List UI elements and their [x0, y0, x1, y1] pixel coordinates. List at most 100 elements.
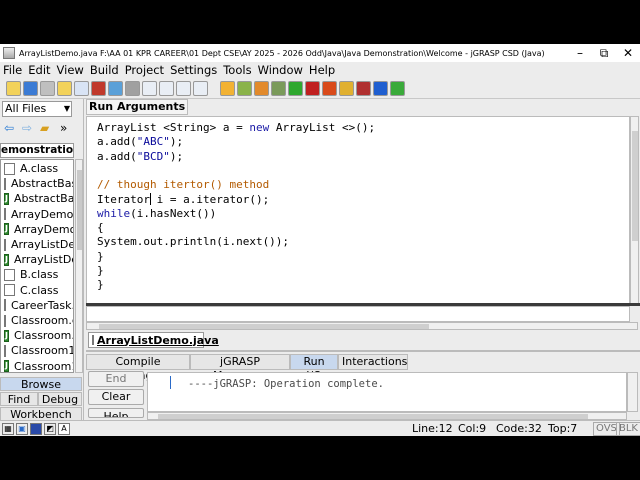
- toolbar-button-icon[interactable]: [40, 81, 55, 96]
- end-button[interactable]: End: [88, 371, 144, 387]
- class-file-icon: [4, 177, 6, 190]
- run-io-output[interactable]: ----jGRASP: Operation complete.: [147, 372, 627, 412]
- toolbar-button-icon[interactable]: [356, 81, 371, 96]
- toolbar-button-icon[interactable]: [159, 81, 174, 96]
- chevron-down-icon[interactable]: ▼: [62, 102, 72, 116]
- file-name: Classroom.java: [13, 329, 74, 343]
- toolbar-button-icon[interactable]: [322, 81, 337, 96]
- message-divider[interactable]: [86, 350, 640, 352]
- file-list-item[interactable]: J Classroom.java: [1, 328, 74, 343]
- output-vertical-scrollbar[interactable]: [627, 372, 638, 412]
- code-editor[interactable]: ArrayList <String> a = new ArrayList <>(…: [86, 116, 630, 304]
- browse-panel: All Files ▼ ⇦ ⇨ ▰ » emonstration\\Welcom…: [0, 99, 84, 436]
- file-name: Classroom.class: [11, 314, 73, 327]
- menu-view[interactable]: View: [57, 63, 84, 77]
- help-button[interactable]: Help: [88, 408, 144, 418]
- toolbar-button-icon[interactable]: [220, 81, 235, 96]
- tab-compile-messages[interactable]: Compile Messages: [86, 354, 190, 382]
- split-icon[interactable]: ◩: [44, 423, 56, 435]
- jgrasp-window: ArrayListDemo.java F:\AA 01 KPR CAREER\0…: [0, 44, 640, 436]
- keyword-token: while: [97, 206, 131, 220]
- menu-settings[interactable]: Settings: [170, 63, 217, 77]
- minimize-button[interactable]: –: [568, 46, 592, 60]
- toolbar-button-icon[interactable]: [6, 81, 21, 96]
- tab-debug[interactable]: Debug: [38, 392, 82, 406]
- chevron-right-icon[interactable]: »: [60, 121, 67, 135]
- menu-window[interactable]: Window: [258, 63, 303, 77]
- toolbar-button-icon[interactable]: [176, 81, 191, 96]
- toolbar-button-icon[interactable]: [57, 81, 72, 96]
- file-list-item[interactable]: Classroom1.class: [1, 343, 73, 358]
- toolbar-button-icon[interactable]: [193, 81, 208, 96]
- toolbar-button-icon[interactable]: [142, 81, 157, 96]
- code-line: }: [97, 264, 104, 277]
- file-list-item[interactable]: CareerTask.class: [1, 298, 73, 313]
- forward-arrow-icon[interactable]: ⇨: [22, 121, 32, 135]
- toolbar-button-icon[interactable]: [339, 81, 354, 96]
- tab-browse[interactable]: Browse: [0, 377, 82, 391]
- file-list-item[interactable]: B.class: [1, 267, 73, 282]
- folder-up-icon[interactable]: ▰: [40, 121, 49, 135]
- close-button[interactable]: ✕: [616, 46, 640, 60]
- code-token: (i.hasNext()): [130, 206, 217, 220]
- file-list-item[interactable]: J Classroom1.java: [1, 359, 73, 372]
- back-arrow-icon[interactable]: ⇦: [4, 121, 14, 135]
- menu-help[interactable]: Help: [309, 63, 335, 77]
- file-list-item[interactable]: Classroom.class: [1, 313, 73, 328]
- file-list-item[interactable]: J AbstractBase.java: [1, 191, 74, 206]
- run-io-buttons: End Clear Help: [88, 371, 144, 426]
- file-list-scrollbar[interactable]: [75, 159, 83, 373]
- desktop-icon[interactable]: [30, 423, 42, 435]
- restore-button[interactable]: ⧉: [592, 46, 616, 61]
- file-list-item[interactable]: C.class: [1, 283, 73, 298]
- file-list-item[interactable]: J ArrayDemo.java: [1, 222, 73, 237]
- file-name: B.class: [20, 268, 59, 282]
- font-icon[interactable]: A: [58, 423, 70, 435]
- clear-button[interactable]: Clear: [88, 389, 144, 405]
- code-editor-lower-pane[interactable]: [86, 306, 630, 322]
- file-list-item[interactable]: A.class: [1, 161, 73, 176]
- menu-tools[interactable]: Tools: [223, 63, 251, 77]
- file-name: C.class: [20, 283, 59, 297]
- file-name: AbstractBase.java: [13, 192, 74, 206]
- menu-build[interactable]: Build: [90, 63, 119, 77]
- toolbar-button-icon[interactable]: [390, 81, 405, 96]
- toolbar-button-icon[interactable]: [74, 81, 89, 96]
- tab-run-io[interactable]: Run I/O: [290, 354, 338, 382]
- code-line: // though itertor() method: [97, 178, 269, 191]
- editor-vertical-scrollbar[interactable]: [630, 116, 639, 304]
- toolbar-button-icon[interactable]: [271, 81, 286, 96]
- grid-icon[interactable]: ▦: [2, 423, 14, 435]
- window-icon[interactable]: ▣: [16, 423, 28, 435]
- menu-project[interactable]: Project: [125, 63, 164, 77]
- menu-edit[interactable]: Edit: [28, 63, 50, 77]
- tab-find[interactable]: Find: [0, 392, 38, 406]
- file-tab-arraylistdemo[interactable]: ArrayListDemo.java: [88, 332, 219, 348]
- current-directory-path[interactable]: emonstration\\Welcome: [0, 143, 74, 158]
- toolbar-button-icon[interactable]: [305, 81, 320, 96]
- code-token: ArrayList <String> a =: [97, 121, 250, 134]
- editor-horizontal-scrollbar[interactable]: [86, 322, 638, 330]
- toolbar-button-icon[interactable]: [237, 81, 252, 96]
- code-token: {: [97, 221, 104, 235]
- tab-jgrasp-messages[interactable]: jGRASP Messages: [190, 354, 290, 382]
- file-list-item[interactable]: AbstractBase.class: [1, 176, 73, 191]
- toolbar-button-icon[interactable]: [373, 81, 388, 96]
- output-horizontal-scrollbar[interactable]: [147, 412, 627, 420]
- text-caret: [150, 193, 151, 205]
- tab-interactions[interactable]: Interactions: [338, 354, 408, 370]
- file-list-item[interactable]: J ArrayListDemo.java: [1, 252, 73, 267]
- run-output-text: ----jGRASP: Operation complete.: [188, 378, 384, 390]
- file-list-item[interactable]: ArrayDemo.class: [1, 207, 73, 222]
- toolbar-button-icon[interactable]: [288, 81, 303, 96]
- toolbar-button-icon[interactable]: [23, 81, 38, 96]
- tab-workbench[interactable]: Workbench: [0, 407, 82, 421]
- toolbar-button-icon[interactable]: [125, 81, 140, 96]
- file-list-item[interactable]: ArrayListDemo.class: [1, 237, 73, 252]
- menu-file[interactable]: File: [3, 63, 22, 77]
- toolbar-button-icon[interactable]: [254, 81, 269, 96]
- class-file-icon: [4, 284, 15, 297]
- toolbar-button-icon[interactable]: [91, 81, 106, 96]
- run-arguments-button[interactable]: Run Arguments: [86, 99, 189, 115]
- toolbar-button-icon[interactable]: [108, 81, 123, 96]
